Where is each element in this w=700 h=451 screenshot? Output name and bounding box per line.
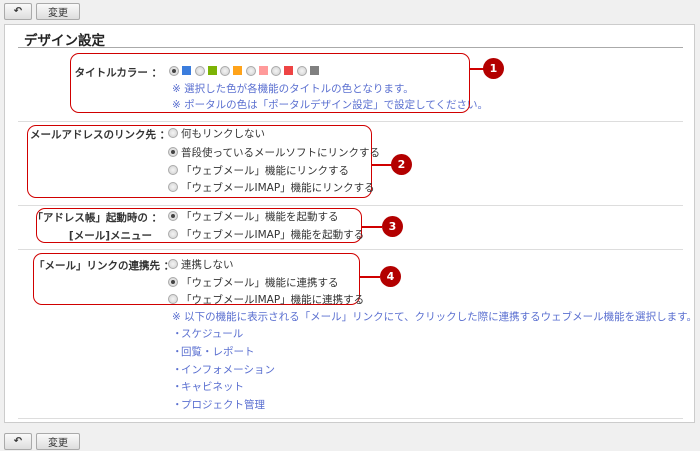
divider xyxy=(18,249,683,250)
color-radio[interactable] xyxy=(271,66,281,76)
color-swatch xyxy=(284,66,293,75)
back-arrow-icon: ↶ xyxy=(13,436,23,447)
annotation-line xyxy=(470,68,484,70)
color-swatch xyxy=(309,66,319,75)
mail-link-radio[interactable] xyxy=(168,182,178,192)
mail-link-target-note: ※ 以下の機能に表示される「メール」リンクにて、クリックした際に連携するウェブメ… xyxy=(172,311,698,323)
color-swatch xyxy=(258,66,268,75)
color-radio[interactable] xyxy=(220,66,230,76)
feature-item: キャビネット xyxy=(181,381,244,394)
divider xyxy=(18,418,683,419)
color-swatch xyxy=(207,66,217,75)
divider xyxy=(18,205,683,206)
annotation-line xyxy=(362,226,382,228)
back-button-bottom[interactable]: ↶ xyxy=(4,433,32,450)
divider xyxy=(18,121,683,122)
mail-link-radio[interactable] xyxy=(168,147,178,157)
back-arrow-icon: ↶ xyxy=(13,6,23,17)
mail-link-target-radio[interactable] xyxy=(168,259,178,269)
change-button[interactable]: 変更 xyxy=(36,3,80,20)
mail-link-option[interactable]: 「ウェブメール」機能にリンクする xyxy=(181,163,349,178)
feature-item: スケジュール xyxy=(181,328,244,340)
annotation-marker-3: 3 xyxy=(382,216,403,237)
color-swatch xyxy=(182,66,191,75)
annotation-marker-1: 1 xyxy=(483,58,504,79)
mail-link-option[interactable]: 普段使っているメールソフトにリンクする xyxy=(181,145,380,160)
color-swatch xyxy=(233,66,242,75)
mail-link-option[interactable]: 何もリンクしない xyxy=(181,126,265,141)
back-button[interactable]: ↶ xyxy=(4,3,32,20)
mail-link-target-radio[interactable] xyxy=(168,277,178,287)
annotation-marker-4: 4 xyxy=(380,266,401,287)
address-book-radio[interactable] xyxy=(168,229,178,239)
feature-item: 回覧・レポート xyxy=(181,345,255,358)
address-book-option[interactable]: 「ウェブメール」機能を起動する xyxy=(181,209,339,224)
feature-item: インフォメーション xyxy=(181,363,275,376)
address-book-radio[interactable] xyxy=(168,211,178,221)
address-book-option[interactable]: 「ウェブメールIMAP」機能を起動する xyxy=(181,227,364,242)
mail-link-target-option[interactable]: 「ウェブメール」機能に連携する xyxy=(181,275,339,290)
color-radio[interactable] xyxy=(194,66,205,76)
color-radio[interactable] xyxy=(245,66,256,76)
annotation-line xyxy=(372,164,392,166)
page-title: デザイン設定 xyxy=(24,33,105,49)
mail-link-radio[interactable] xyxy=(168,165,178,175)
title-divider xyxy=(18,47,683,48)
color-radio[interactable] xyxy=(169,66,179,76)
annotation-marker-2: 2 xyxy=(391,154,412,175)
mail-link-target-option[interactable]: 「ウェブメールIMAP」機能に連携する xyxy=(181,292,364,307)
mail-link-radio[interactable] xyxy=(168,128,178,138)
mail-link-target-option[interactable]: 連携しない xyxy=(181,257,234,272)
annotation-line xyxy=(360,276,380,278)
annotation-box-1 xyxy=(70,53,470,113)
mail-link-target-radio[interactable] xyxy=(168,294,178,304)
change-button-bottom[interactable]: 変更 xyxy=(36,433,80,450)
mail-link-option[interactable]: 「ウェブメールIMAP」機能にリンクする xyxy=(181,180,375,195)
feature-item: プロジェクト管理 xyxy=(181,399,265,412)
color-radio[interactable] xyxy=(296,66,307,76)
